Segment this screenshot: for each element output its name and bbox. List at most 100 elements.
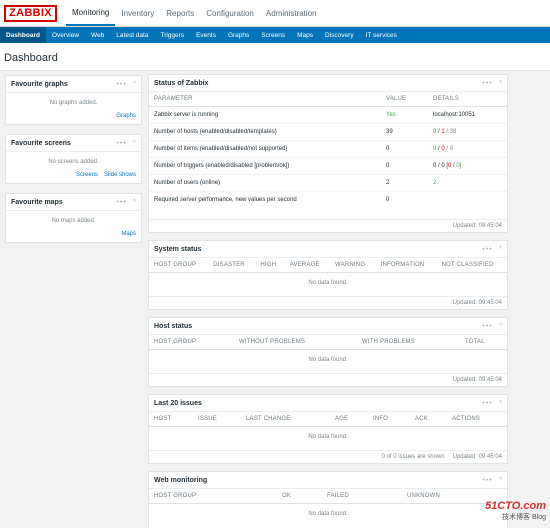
parameter-cell: Number of triggers (enabled/disabled [pr… (149, 157, 381, 175)
details-cell: 0 / 0 [0 / 0] (428, 157, 507, 175)
updated-timestamp: Updated: 09:45:04 (149, 373, 507, 386)
empty-message: No data found. (308, 357, 348, 363)
details-cell: 2 (428, 174, 507, 192)
empty-message: No maps added. (51, 218, 96, 224)
submenu-overview[interactable]: Overview (46, 27, 85, 43)
widget-menu-icon[interactable]: ••• (116, 81, 126, 88)
menu-inventory[interactable]: Inventory (115, 0, 160, 26)
widget-menu-icon[interactable]: ••• (482, 80, 492, 87)
maps-link[interactable]: Maps (121, 231, 136, 237)
widget-header: System status ••• ^ (149, 241, 507, 258)
widget-title: Web monitoring (154, 476, 208, 484)
column-header: NOT CLASSIFIED (436, 258, 507, 273)
widget-menu-icon[interactable]: ••• (116, 199, 126, 206)
submenu-maps[interactable]: Maps (291, 27, 319, 43)
zabbix-logo[interactable]: ZABBIX (4, 4, 57, 22)
web-monitoring-widget: Web monitoring ••• ^ HOST GROUP OK FAILED… (148, 471, 508, 528)
column-header: HIGH (255, 258, 285, 273)
watermark: 51CTO.com 技术博客 Blog (485, 500, 546, 522)
collapse-icon[interactable]: ^ (499, 477, 502, 484)
watermark-subtitle: 技术博客 Blog (502, 514, 546, 521)
column-header: HOST GROUP (149, 258, 209, 273)
menu-reports[interactable]: Reports (160, 0, 200, 26)
column-header: ISSUE (193, 412, 241, 427)
details-cell: 0 / 1 / 38 (428, 123, 507, 141)
column-header: DETAILS (428, 92, 507, 107)
collapse-icon[interactable]: ^ (499, 246, 502, 253)
widget-header: Last 20 issues ••• ^ (149, 395, 507, 412)
slide-shows-link[interactable]: Slide shows (104, 172, 136, 178)
details-cell: 0 / 0 / 0 (428, 140, 507, 158)
updated-timestamp: Updated: 09:45:04 (149, 296, 507, 309)
sub-menu: Dashboard Overview Web Latest data Trigg… (0, 27, 550, 43)
widget-title: Last 20 issues (154, 399, 202, 407)
collapse-icon[interactable]: ^ (499, 323, 502, 330)
submenu-screens[interactable]: Screens (255, 27, 291, 43)
value-cell: 39 (381, 123, 428, 141)
column-header: AVERAGE (284, 258, 331, 273)
empty-message: No data found. (308, 434, 348, 440)
updated-timestamp: Updated: 09:45:04 (452, 454, 502, 460)
widget-title: Host status (154, 322, 193, 330)
favourite-maps-widget: Favourite maps ••• ^ No maps added. Maps (5, 193, 142, 243)
column-header: LAST CHANGE (241, 412, 330, 427)
widget-title: Status of Zabbix (154, 79, 209, 87)
collapse-icon[interactable]: ^ (499, 400, 502, 407)
submenu-latest-data[interactable]: Latest data (110, 27, 154, 43)
widget-menu-icon[interactable]: ••• (482, 400, 492, 407)
last-issues-widget: Last 20 issues ••• ^ HOST ISSUE LAST CHAN… (148, 394, 508, 464)
menu-administration[interactable]: Administration (260, 0, 323, 26)
value-cell: 0 (386, 197, 390, 203)
main-menu: Monitoring Inventory Reports Configurati… (66, 0, 323, 26)
widget-title: System status (154, 245, 202, 253)
favourite-screens-widget: Favourite screens ••• ^ No screens added.… (5, 134, 142, 184)
issues-shown-count: 0 of 0 issues are shown (381, 454, 445, 460)
column-header: OK (277, 489, 322, 504)
widget-menu-icon[interactable]: ••• (482, 246, 492, 253)
details-cell: localhost:10051 (428, 106, 507, 124)
value-cell: 0 (381, 157, 428, 175)
value-cell: Yes (381, 106, 428, 124)
widget-menu-icon[interactable]: ••• (482, 323, 492, 330)
column-header: INFORMATION (375, 258, 437, 273)
widget-header: Status of Zabbix ••• ^ (149, 75, 507, 92)
column-header: HOST GROUP (149, 335, 234, 350)
widget-menu-icon[interactable]: ••• (116, 140, 126, 147)
widget-title: Favourite graphs (11, 80, 68, 88)
status-of-zabbix-widget: Status of Zabbix ••• ^ PARAMETER VALUE DE… (148, 74, 508, 233)
widget-menu-icon[interactable]: ••• (482, 477, 492, 484)
table-row: Zabbix server is running Yes localhost:1… (149, 106, 507, 124)
column-header: AGE (330, 412, 368, 427)
collapse-icon[interactable]: ^ (133, 140, 136, 147)
column-header: WITH PROBLEMS (357, 335, 460, 350)
graphs-link[interactable]: Graphs (116, 113, 136, 119)
empty-message: No data found. (308, 511, 348, 517)
column-header: HOST GROUP (149, 489, 277, 504)
menu-monitoring[interactable]: Monitoring (66, 0, 116, 26)
submenu-it-services[interactable]: IT services (360, 27, 403, 43)
widget-header: Web monitoring ••• ^ (149, 472, 507, 489)
submenu-graphs[interactable]: Graphs (222, 27, 255, 43)
collapse-icon[interactable]: ^ (133, 199, 136, 206)
column-header: INFO (368, 412, 410, 427)
parameter-cell: Number of items (enabled/disabled/not su… (149, 140, 381, 158)
menu-configuration[interactable]: Configuration (200, 0, 260, 26)
parameter-cell: Number of users (online) (149, 174, 381, 192)
submenu-dashboard[interactable]: Dashboard (0, 27, 46, 43)
widget-header: Host status ••• ^ (149, 318, 507, 335)
submenu-web[interactable]: Web (85, 27, 110, 43)
issues-footer: 0 of 0 issues are shown Updated: 09:45:04 (149, 450, 507, 463)
column-header: ACK (410, 412, 447, 427)
column-header: TOTAL (460, 335, 507, 350)
favourite-graphs-widget: Favourite graphs ••• ^ No graphs added. G… (5, 75, 142, 125)
widget-header: Favourite screens ••• ^ (6, 135, 141, 152)
value-cell: 0 (381, 140, 428, 158)
collapse-icon[interactable]: ^ (499, 80, 502, 87)
submenu-triggers[interactable]: Triggers (154, 27, 190, 43)
widget-header: Favourite graphs ••• ^ (6, 76, 141, 93)
submenu-discovery[interactable]: Discovery (319, 27, 360, 43)
collapse-icon[interactable]: ^ (133, 81, 136, 88)
status-table: PARAMETER VALUE DETAILS Zabbix server is… (149, 92, 507, 208)
submenu-events[interactable]: Events (190, 27, 222, 43)
screens-link[interactable]: Screens (76, 172, 98, 178)
